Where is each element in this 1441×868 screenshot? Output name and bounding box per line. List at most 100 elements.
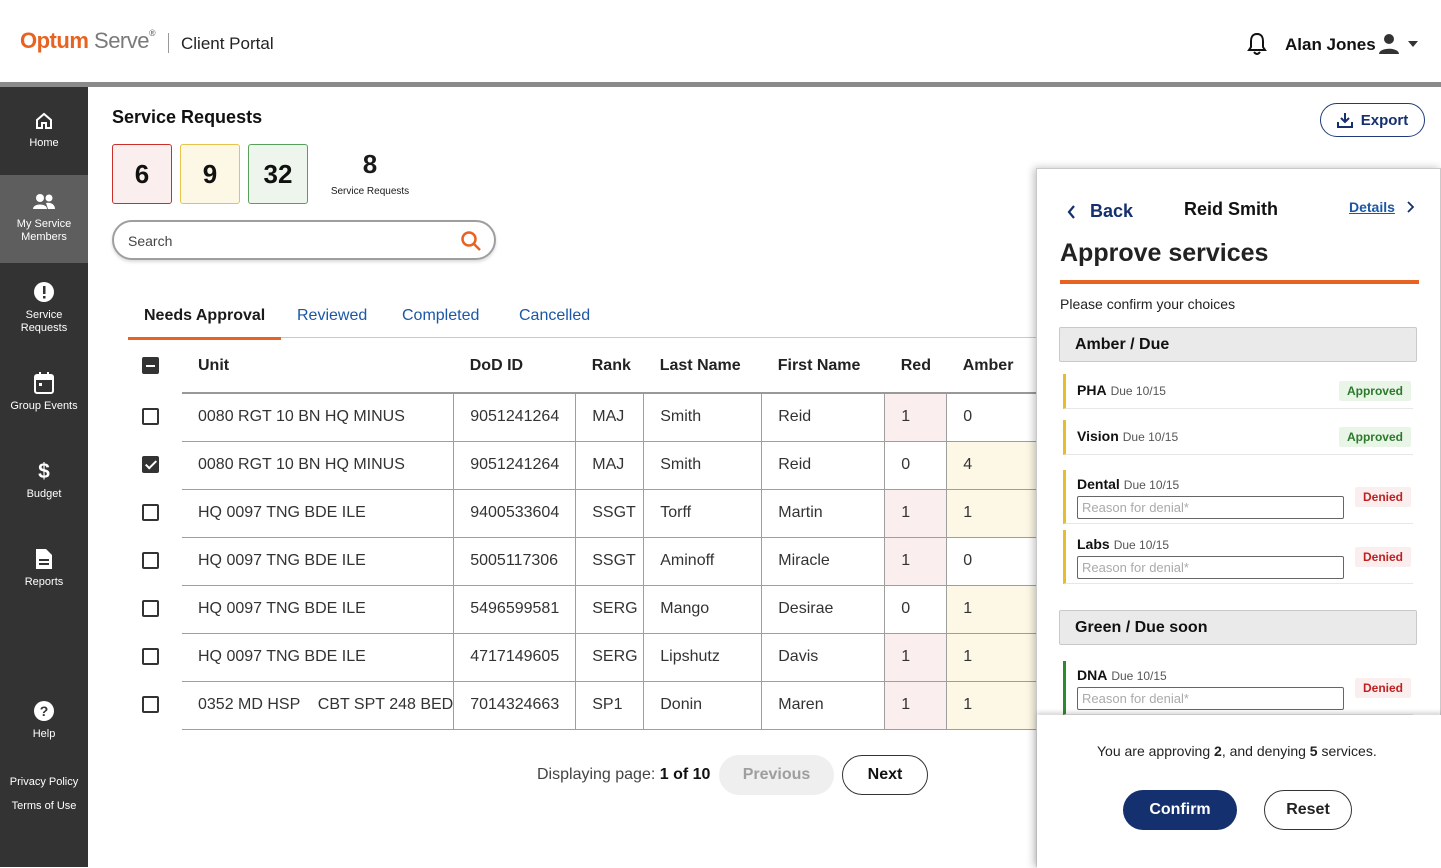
- table-row[interactable]: HQ 0097 TNG BDE ILE 4717149605 SERG Lips…: [128, 633, 1055, 682]
- details-link[interactable]: Details: [1349, 199, 1414, 215]
- sidebar-item-group-events[interactable]: Group Events: [0, 372, 88, 412]
- table-row[interactable]: 0080 RGT 10 BN HQ MINUS 9051241264 MAJ S…: [128, 441, 1055, 490]
- terms-of-use-link[interactable]: Terms of Use: [0, 800, 88, 812]
- status-badge[interactable]: Approved: [1338, 427, 1411, 447]
- service-item-pha: PHA Due 10/15 Approved: [1063, 374, 1413, 409]
- total-requests: 8 Service Requests: [330, 149, 410, 197]
- previous-button[interactable]: Previous: [719, 755, 834, 795]
- column-header-last-name[interactable]: Last Name: [643, 339, 762, 394]
- user-icon[interactable]: [1378, 33, 1400, 55]
- column-header-rank[interactable]: Rank: [575, 339, 644, 394]
- select-all-checkbox[interactable]: [142, 357, 159, 375]
- table-row[interactable]: HQ 0097 TNG BDE ILE 9400533604 SSGT Torf…: [128, 489, 1055, 538]
- service-item-vision: Vision Due 10/15 Approved: [1063, 420, 1413, 455]
- row-checkbox[interactable]: [142, 552, 159, 570]
- status-badge[interactable]: Approved: [1338, 381, 1411, 401]
- row-checkbox[interactable]: [142, 648, 159, 666]
- status-badge[interactable]: Denied: [1354, 547, 1411, 567]
- denial-reason-input[interactable]: [1077, 556, 1344, 579]
- search-box: [112, 220, 496, 260]
- sidebar-item-my-service-members[interactable]: My Service Members: [0, 175, 88, 263]
- details-label: Details: [1349, 199, 1395, 215]
- sidebar-item-home[interactable]: Home: [0, 111, 88, 149]
- home-icon: [36, 112, 52, 129]
- row-checkbox[interactable]: [142, 504, 159, 522]
- reset-button[interactable]: Reset: [1264, 790, 1352, 830]
- cell-unit: 0080 RGT 10 BN HQ MINUS: [182, 393, 454, 442]
- confirm-instructions: Please confirm your choices: [1060, 296, 1236, 312]
- pagination-prefix: Displaying page:: [537, 766, 660, 783]
- chevron-down-icon[interactable]: [1406, 38, 1420, 50]
- column-header-dod-id[interactable]: DoD ID: [453, 339, 576, 394]
- cell-red: 1: [884, 681, 947, 730]
- row-checkbox[interactable]: [142, 456, 159, 474]
- service-item-dental: DentalDue 10/15 Denied: [1063, 470, 1413, 524]
- back-label: Back: [1090, 201, 1134, 221]
- search-input[interactable]: [128, 231, 448, 251]
- table-row[interactable]: HQ 0097 TNG BDE ILE 5496599581 SERG Mang…: [128, 585, 1055, 634]
- denial-reason-input[interactable]: [1077, 496, 1344, 519]
- cell-unit: HQ 0097 TNG BDE ILE: [182, 537, 454, 586]
- back-button[interactable]: Back: [1067, 201, 1133, 222]
- status-badge[interactable]: Denied: [1354, 487, 1411, 507]
- tab-completed[interactable]: Completed: [402, 307, 479, 337]
- next-button[interactable]: Next: [842, 755, 928, 795]
- sidebar-item-reports[interactable]: Reports: [0, 548, 88, 588]
- tab-reviewed[interactable]: Reviewed: [297, 307, 367, 337]
- service-item-labs: LabsDue 10/15 Denied: [1063, 530, 1413, 584]
- service-name: Dental Due 10/15: [1077, 476, 1179, 492]
- total-count: 8: [362, 149, 378, 179]
- privacy-policy-link[interactable]: Privacy Policy: [0, 776, 88, 788]
- red-count-card[interactable]: 6: [112, 144, 172, 204]
- green-count-card[interactable]: 32: [248, 144, 308, 204]
- cell-last-name: Lipshutz: [643, 633, 762, 682]
- row-checkbox[interactable]: [142, 696, 159, 714]
- cell-last-name: Aminoff: [643, 537, 762, 586]
- export-button[interactable]: Export: [1320, 103, 1425, 137]
- row-checkbox[interactable]: [142, 408, 159, 426]
- sidebar-item-label: Group Events: [10, 400, 78, 412]
- search-icon[interactable]: [460, 230, 482, 252]
- pagination-status: Displaying page: 1 of 10: [537, 755, 710, 795]
- cell-dod-id: 9051241264: [453, 441, 576, 490]
- column-header-red[interactable]: Red: [884, 339, 947, 394]
- select-all-cell: [128, 339, 182, 393]
- cell-rank: SSGT: [575, 489, 644, 538]
- row-select-cell: [128, 537, 182, 585]
- approval-summary: You are approving 2, and denying 5 servi…: [1097, 743, 1377, 759]
- table-row[interactable]: 0352 MD HSP CBT SPT 248 BED 7014324663 S…: [128, 681, 1055, 730]
- sidebar-item-service-requests[interactable]: Service Requests: [0, 281, 88, 335]
- export-label: Export: [1360, 111, 1409, 129]
- table-row[interactable]: 0080 RGT 10 BN HQ MINUS 9051241264 MAJ S…: [128, 393, 1055, 442]
- table-row[interactable]: HQ 0097 TNG BDE ILE 5005117306 SSGT Amin…: [128, 537, 1055, 586]
- row-checkbox[interactable]: [142, 600, 159, 618]
- cell-red: 0: [884, 585, 947, 634]
- chevron-left-icon: [1067, 204, 1075, 219]
- tab-needs-approval[interactable]: Needs Approval: [128, 307, 282, 340]
- group-header-green: Green / Due soon: [1059, 610, 1417, 645]
- cell-red: 0: [884, 441, 947, 490]
- user-name[interactable]: Alan Jones: [1285, 35, 1376, 55]
- amber-count-card[interactable]: 9: [180, 144, 240, 204]
- service-due: Due 10/15: [1113, 538, 1170, 552]
- bell-icon[interactable]: [1246, 32, 1268, 56]
- logo-divider: [168, 33, 169, 53]
- service-name: Labs Due 10/15: [1077, 536, 1169, 552]
- denial-reason-input[interactable]: [1077, 687, 1344, 710]
- cell-dod-id: 5005117306: [453, 537, 576, 586]
- service-name-text: Labs: [1077, 536, 1110, 552]
- table-header-row: Unit DoD ID Rank Last Name First Name Re…: [128, 339, 1055, 394]
- status-badge[interactable]: Denied: [1354, 678, 1411, 698]
- column-header-unit[interactable]: Unit: [182, 339, 454, 394]
- download-icon: [1336, 113, 1353, 128]
- sidebar-item-help[interactable]: ? Help: [0, 700, 88, 740]
- help-icon: ?: [34, 701, 54, 721]
- column-header-first-name[interactable]: First Name: [761, 339, 885, 394]
- pagination-value: 1 of 10: [659, 766, 711, 783]
- calendar-icon: [34, 372, 54, 394]
- svg-text:$: $: [38, 460, 50, 482]
- logo[interactable]: Optum Serve®: [20, 28, 156, 54]
- confirm-button[interactable]: Confirm: [1123, 790, 1237, 830]
- tab-cancelled[interactable]: Cancelled: [519, 307, 590, 337]
- sidebar-item-budget[interactable]: $ Budget: [0, 460, 88, 500]
